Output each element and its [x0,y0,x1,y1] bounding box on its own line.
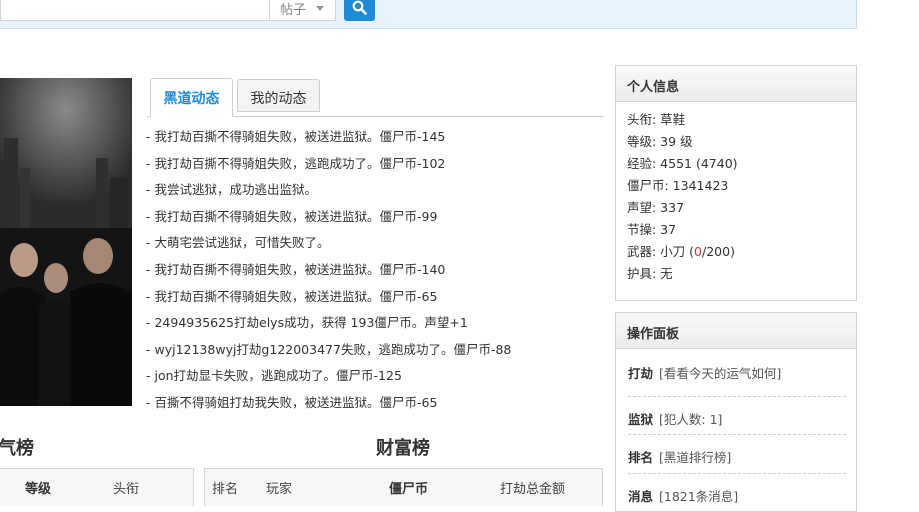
ops-link-rob[interactable]: [看看今天的运气如何] [659,366,781,381]
rank-left-table-header: 等级 头衔 [0,468,194,506]
ops-item-rank: 排名 [黑道排行榜] [628,435,846,474]
panel-title: 个人信息 [616,66,856,102]
personal-info-list: 头衔: 草鞋 等级: 39 级 经验: 4551 (4740) 僵尸币: 134… [616,102,856,286]
info-armor: 护具: 无 [627,266,673,281]
table-header-coins: 僵尸币 [389,482,429,497]
table-header-robbery-total: 打劫总金额 [500,482,566,497]
ops-item-prison: 监狱 [犯人数: 1] [628,397,846,436]
search-button[interactable] [344,0,375,21]
list-item: - 我尝试逃狱，成功逃出监狱。 [146,182,317,198]
operation-panel: 操作面板 打劫 [看看今天的运气如何] 监狱 [犯人数: 1] 排名 [黑道排行榜] … [615,312,857,512]
table-header-title: 头衔 [113,482,140,497]
table-header-rank: 排名 [212,482,239,497]
list-item: - wyj12138wyj打劫g122003477失败，逃跑成功了。僵尸币-88 [146,341,512,357]
tab-my-activity[interactable]: 我的动态 [237,79,320,112]
chevron-down-icon [316,6,324,11]
ops-item-rob: 打劫 [看看今天的运气如何] [628,349,846,397]
list-item: - 我打劫百撕不得骑姐失败，被送进监狱。僵尸币-99 [146,208,438,224]
list-item: - 2494935625打劫elys成功，获得 193僵尸币。声望+1 [146,315,468,331]
activity-feed: - 我打劫百撕不得骑姐失败，被送进监狱。僵尸币-145 - 我打劫百撕不得骑姐失… [146,126,606,419]
activity-tabs: 黑道动态 我的动态 [147,78,604,117]
list-item: - 我打劫百撕不得骑姐失败，被送进监狱。僵尸币-65 [146,288,438,304]
info-integrity: 节操: 37 [627,222,677,237]
list-item: - jon打劫显卡失败，逃跑成功了。僵尸币-125 [146,368,402,384]
ops-key: 消息 [628,488,654,504]
weapon-suffix: /200) [702,244,735,259]
info-coins: 僵尸币: 1341423 [627,178,729,193]
table-header-level: 等级 [25,482,52,497]
ops-key: 打劫 [628,366,654,381]
rank-right-table-header: 排名 玩家 僵尸币 打劫总金额 [204,468,603,506]
tab-gang-activity[interactable]: 黑道动态 [150,78,233,117]
ops-link-messages[interactable]: [1821条消息] [659,489,738,504]
list-item: - 我打劫百撕不得骑姐失败，被送进监狱。僵尸币-140 [146,261,446,277]
ops-link-rank[interactable]: [黑道排行榜] [659,450,731,465]
rank-right-title: 财富榜 [376,438,430,459]
weapon-prefix: 武器: 小刀 ( [627,244,695,259]
table-header-player: 玩家 [266,482,293,497]
rank-left-title: 气榜 [0,438,34,459]
ops-key: 监狱 [628,412,654,427]
search-input[interactable] [0,0,270,21]
personal-info-panel: 个人信息 头衔: 草鞋 等级: 39 级 经验: 4551 (4740) 僵尸币… [615,65,857,301]
weapon-durability-current: 0 [694,244,702,259]
info-weapon: 武器: 小刀 (0/200) [627,242,856,264]
operation-list: 打劫 [看看今天的运气如何] 监狱 [犯人数: 1] 排名 [黑道排行榜] 消息 [18… [616,349,856,512]
ops-item-messages: 消息 [1821条消息] [628,474,846,512]
top-search-bar: 帖子 [0,0,857,29]
banner-image [0,78,132,406]
search-type-label: 帖子 [280,3,307,18]
ops-key: 排名 [628,450,654,466]
info-fame: 声望: 337 [627,200,685,215]
info-level: 等级: 39 级 [627,134,693,149]
list-item: - 百撕不得骑姐打劫我失败，被送进监狱。僵尸币-65 [146,394,438,410]
list-item: - 我打劫百撕不得骑姐失败，被送进监狱。僵尸币-145 [146,129,446,144]
list-item: - 我打劫百撕不得骑姐失败，逃跑成功了。僵尸币-102 [146,155,446,171]
ops-link-prison[interactable]: [犯人数: 1] [659,412,722,427]
search-type-select[interactable]: 帖子 [269,0,336,21]
info-title: 头衔: 草鞋 [627,112,686,127]
list-item: - 大萌宅尝试逃狱，可惜失败了。 [146,235,330,251]
info-exp: 经验: 4551 (4740) [627,156,738,171]
search-icon [352,0,367,15]
panel-title: 操作面板 [616,313,856,349]
